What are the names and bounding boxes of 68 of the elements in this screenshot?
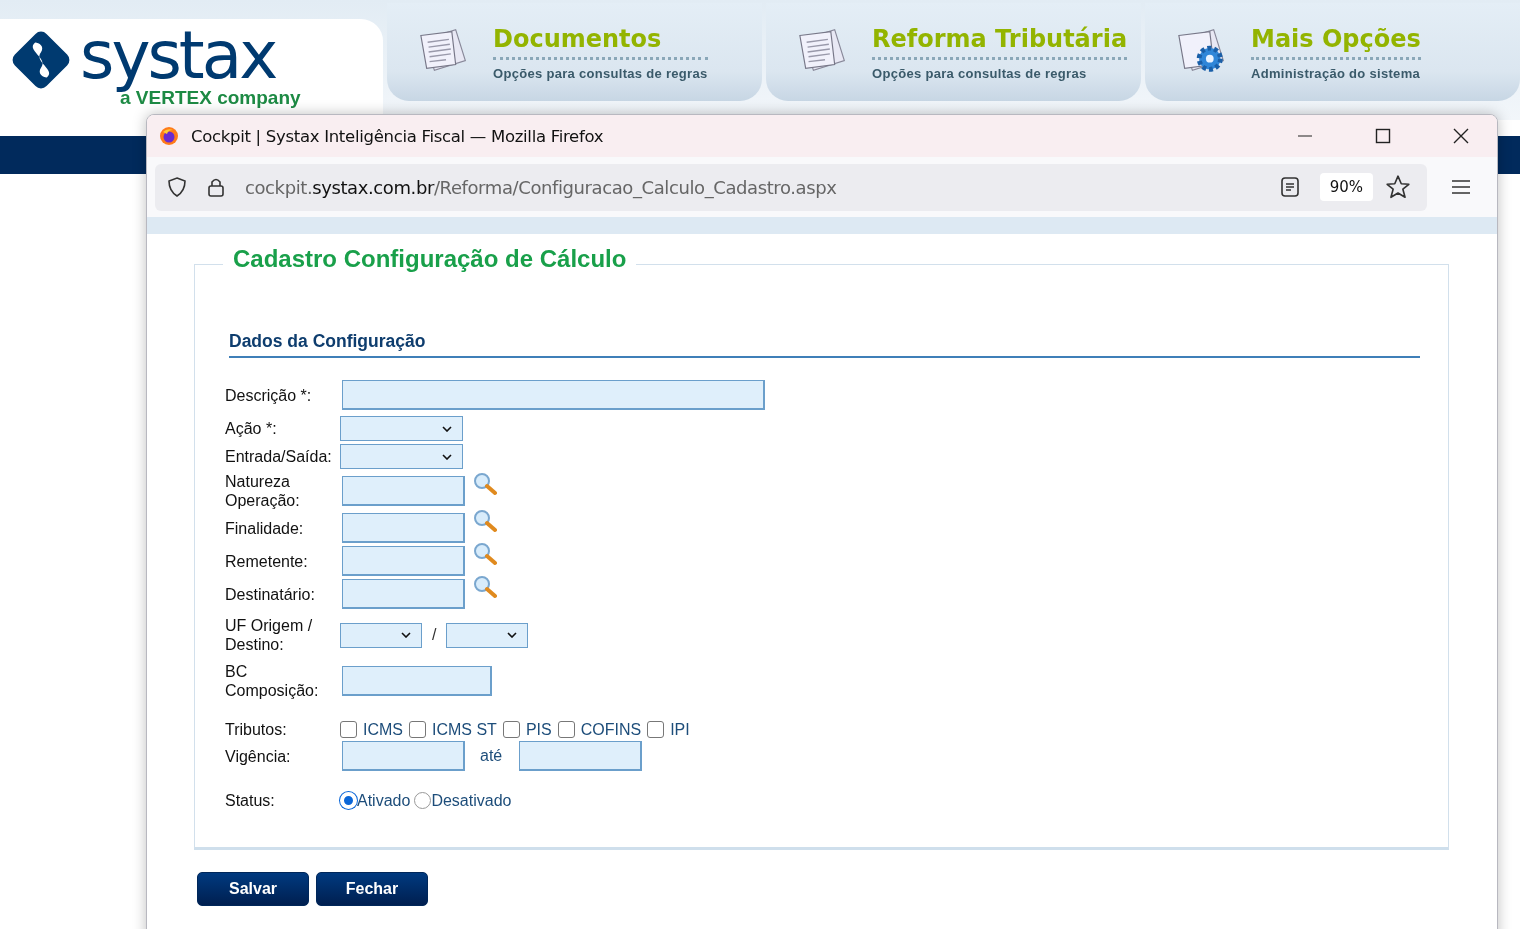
field-label: Tributos: [225,720,288,739]
nav-subtitle: Administração do sistema [1251,66,1421,81]
date-field[interactable] [519,741,643,771]
address-bar[interactable]: cockpit.systax.com.br/Reforma/Configuracao_Calculo_Cadastro.aspx 90% [155,163,1427,211]
search-icon[interactable] [473,509,497,533]
search-icon[interactable] [473,472,497,496]
checkbox-label[interactable]: ICMS ST [432,720,497,739]
chevron-icon [442,425,452,432]
menu-icon[interactable] [1451,179,1471,195]
text-field[interactable] [342,666,492,696]
search-icon[interactable] [473,542,497,566]
radio-label[interactable]: Desativado [431,791,512,810]
field-label: BC Composição: [225,662,320,700]
action-button[interactable]: Fechar [316,872,428,906]
chevron-icon [401,632,411,638]
field-label: Remetente: [225,551,309,571]
dropdown[interactable] [340,444,463,469]
text-field[interactable] [342,380,765,410]
nav-subtitle: Opções para consultas de regras [493,66,708,81]
field-label: Vigência: [225,746,292,766]
dropdown[interactable] [340,622,422,648]
maximize-icon[interactable] [1375,128,1391,144]
field-label: Finalidade: [225,518,305,538]
text-field[interactable] [342,476,465,506]
lock-icon[interactable] [207,176,225,198]
radio-label[interactable]: Ativado [357,791,411,810]
window-title: Cockpit | Systax Inteligência Fiscal — Mozilla Firefox [191,126,604,146]
checkbox[interactable] [502,721,520,738]
dropdown[interactable] [340,416,463,441]
text-field[interactable] [342,546,465,576]
shield-icon[interactable] [167,176,187,198]
field-label: Descrição *: [225,385,313,405]
field-label: UF Origem / Destino: [225,616,314,654]
dropdown[interactable] [446,622,529,648]
field-label: Status: [225,791,276,810]
range-separator: até [480,747,503,765]
search-icon[interactable] [473,575,497,599]
firefox-icon [159,126,179,146]
checkbox-label[interactable]: ICMS [363,720,403,739]
field-label: Entrada/Saída: [225,447,333,466]
nav-title: Reforma Tributária [872,25,1128,60]
radio-button[interactable] [414,792,432,809]
nav-title: Documentos [493,25,708,60]
text-field[interactable] [342,579,465,609]
field-label: Ação *: [225,419,278,438]
zoom-level-button[interactable]: 90% [1319,173,1373,201]
checkbox[interactable] [409,721,426,738]
chevron-icon [442,453,452,460]
checkbox[interactable] [647,721,665,738]
checkbox-label[interactable]: IPI [670,720,690,739]
field-label: Destinatário: [225,584,316,604]
checkbox[interactable] [557,721,575,738]
action-button[interactable]: Salvar [197,872,309,906]
checkbox[interactable] [340,721,357,738]
url-text: cockpit.systax.com.br/Reforma/Configuracao_Calculo_Cadastro.aspx [245,176,837,198]
close-icon[interactable] [1453,128,1469,144]
bookmark-star-icon[interactable] [1385,174,1411,200]
section-title: Dados da Configuração [229,331,1420,358]
date-field[interactable] [342,741,465,771]
checkbox-label[interactable]: COFINS [580,720,642,739]
checkbox-label[interactable]: PIS [525,720,552,739]
reader-view-icon[interactable] [1279,176,1300,198]
nav-subtitle: Opções para consultas de regras [872,66,1088,81]
chevron-icon [507,632,518,638]
separator-text: / [432,626,437,644]
nav-title: Mais Opções [1251,25,1421,60]
text-field[interactable] [342,513,465,543]
field-label: Natureza Operação: [225,472,301,510]
